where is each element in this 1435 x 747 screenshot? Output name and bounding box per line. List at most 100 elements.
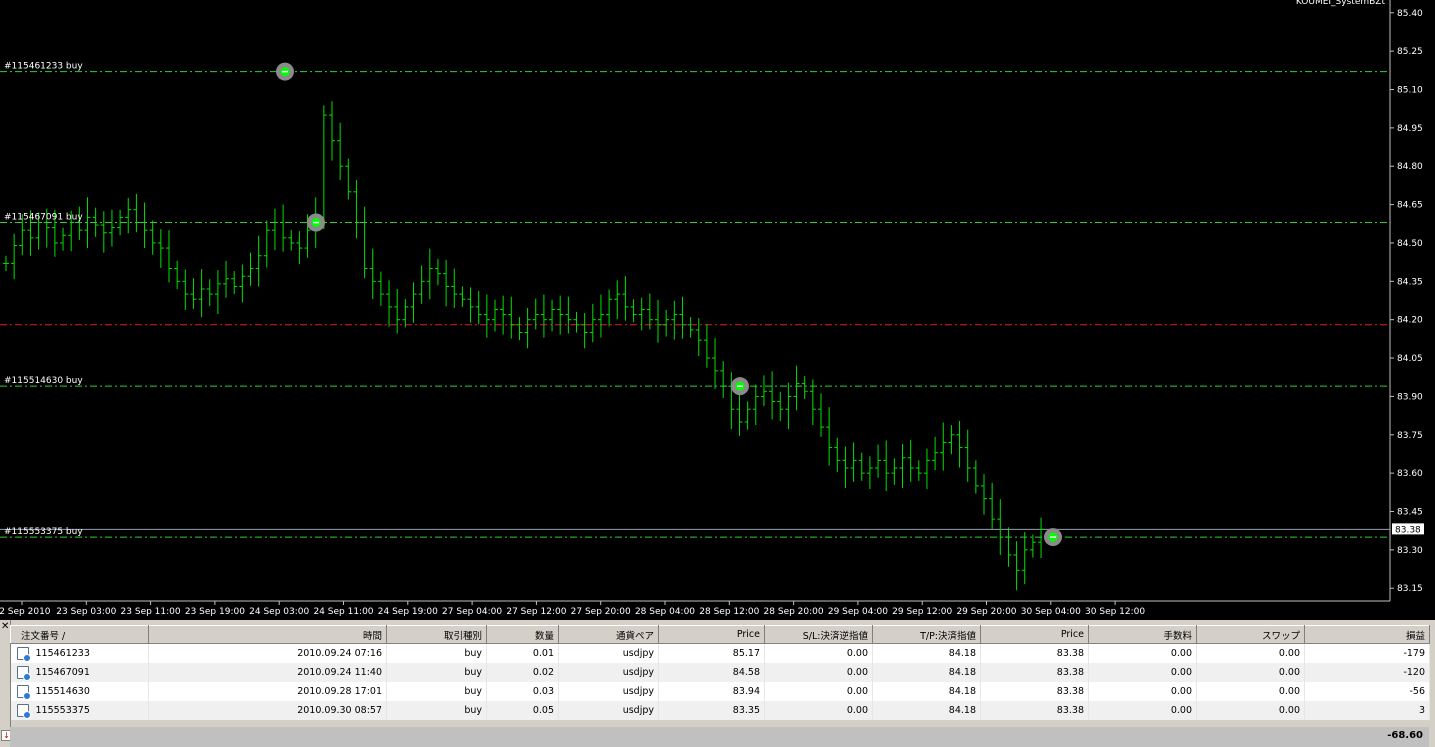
table-cell: 85.17	[658, 643, 765, 663]
price-chart[interactable]: 85.40 85.25 85.10 84.95 84.80 84.65 84.50 84.35…	[0, 0, 1435, 620]
column-header[interactable]: S/L:決済逆指値	[764, 625, 873, 644]
table-cell: 0.00	[1088, 701, 1197, 720]
table-cell: 0.01	[486, 643, 559, 663]
table-cell: -120	[1304, 663, 1430, 682]
time-tick-label: 27 Sep 20:00	[571, 607, 631, 617]
price-tick-label: 83.75	[1397, 431, 1423, 441]
table-row[interactable]: 115553375 2010.09.30 08:57 buy 0.05 usdjpy 83…	[10, 701, 1430, 720]
order-document-icon	[16, 647, 31, 662]
time-tick-label: 27 Sep 04:00	[442, 607, 502, 617]
time-tick-label: 29 Sep 04:00	[828, 607, 888, 617]
table-cell: 0.00	[764, 663, 873, 682]
column-header[interactable]: 注文番号 /	[10, 625, 149, 644]
table-cell: 83.35	[658, 701, 765, 720]
table-cell: 2010.09.30 08:57	[148, 701, 387, 720]
time-tick-label: 23 Sep 11:00	[121, 607, 181, 617]
time-tick-label: 24 Sep 19:00	[378, 607, 438, 617]
table-cell: 115514630	[10, 682, 149, 701]
time-tick-label: 28 Sep 12:00	[699, 607, 759, 617]
time-tick-label: 23 Sep 19:00	[185, 607, 245, 617]
time-tick-label: 27 Sep 12:00	[506, 607, 566, 617]
table-cell: -56	[1304, 682, 1430, 701]
table-cell: 84.18	[872, 663, 981, 682]
table-row[interactable]: 115514630 2010.09.28 17:01 buy 0.03 usdjpy 83…	[10, 682, 1430, 701]
table-cell: 0.03	[486, 682, 559, 701]
table-cell: 2010.09.24 07:16	[148, 643, 387, 663]
column-header[interactable]: T/P:決済指値	[872, 625, 981, 644]
table-row[interactable]: 115461233 2010.09.24 07:16 buy 0.01 usdjpy 85…	[10, 643, 1430, 663]
price-tick-label: 85.10	[1397, 86, 1423, 96]
price-tick-label: 84.95	[1397, 124, 1423, 134]
time-tick-label: 23 Sep 03:00	[56, 607, 116, 617]
table-cell: usdjpy	[558, 663, 659, 682]
column-header[interactable]: 通貨ペア	[558, 625, 659, 644]
table-cell: 0.00	[764, 682, 873, 701]
column-header[interactable]: 手数料	[1088, 625, 1197, 644]
terminal-panel: ✕ ↓ 注文番号 / 時間 取引種別 数量 通貨ペア Price S/L:決済逆指値 T/P:…	[0, 620, 1435, 747]
table-cell: 83.38	[980, 643, 1089, 663]
table-cell: 0.00	[764, 643, 873, 663]
table-cell: 0.02	[486, 663, 559, 682]
table-cell: 2010.09.24 11:40	[148, 663, 387, 682]
price-tick-label: 85.40	[1397, 9, 1423, 19]
time-tick-label: 30 Sep 12:00	[1085, 607, 1145, 617]
table-cell: buy	[386, 663, 487, 682]
table-cell: 83.94	[658, 682, 765, 701]
price-tick-label: 84.65	[1397, 201, 1423, 211]
time-tick-label: 30 Sep 04:00	[1021, 607, 1081, 617]
price-tick-label: 84.05	[1397, 354, 1423, 364]
column-header[interactable]: 損益	[1304, 625, 1430, 644]
table-cell: 84.18	[872, 643, 981, 663]
time-tick-label: 24 Sep 03:00	[249, 607, 309, 617]
price-tick-label: 85.25	[1397, 47, 1423, 57]
order-number: 115553375	[35, 705, 90, 716]
table-cell: 0.00	[1088, 643, 1197, 663]
trade-table-header: 注文番号 / 時間 取引種別 数量 通貨ペア Price S/L:決済逆指値 T/P:決済指値…	[10, 625, 1430, 644]
column-header[interactable]: 数量	[486, 625, 559, 644]
table-cell: 83.38	[980, 701, 1089, 720]
table-cell: usdjpy	[558, 643, 659, 663]
table-cell: 0.05	[486, 701, 559, 720]
table-row[interactable]: 115467091 2010.09.24 11:40 buy 0.02 usdjpy 84…	[10, 663, 1430, 682]
column-header[interactable]: 取引種別	[386, 625, 487, 644]
total-profit: -68.60	[1387, 730, 1423, 741]
time-tick-label: 29 Sep 12:00	[892, 607, 952, 617]
price-tick-label: 83.45	[1397, 507, 1423, 517]
total-row: -68.60	[10, 727, 1429, 747]
order-number: 115461233	[35, 648, 90, 659]
table-cell: 0.00	[1088, 682, 1197, 701]
table-cell: 84.18	[872, 682, 981, 701]
price-tick-label: 83.30	[1397, 546, 1423, 556]
table-cell: 0.00	[1196, 682, 1305, 701]
table-cell: -179	[1304, 643, 1430, 663]
column-header[interactable]: 時間	[148, 625, 387, 644]
table-cell: 83.38	[980, 663, 1089, 682]
time-tick-label: 28 Sep 04:00	[635, 607, 695, 617]
time-tick-label: 22 Sep 2010	[0, 607, 51, 617]
table-cell: 2010.09.28 17:01	[148, 682, 387, 701]
price-tick-label: 83.15	[1397, 584, 1423, 594]
trade-table: 注文番号 / 時間 取引種別 数量 通貨ペア Price S/L:決済逆指値 T/P:決済指値…	[10, 625, 1430, 720]
time-tick-label: 29 Sep 20:00	[956, 607, 1016, 617]
table-cell: 115461233	[10, 643, 149, 663]
price-tick-label: 83.60	[1397, 469, 1423, 479]
order-number: 115514630	[35, 686, 90, 697]
price-tick-label: 84.80	[1397, 162, 1423, 172]
table-cell: buy	[386, 682, 487, 701]
column-header[interactable]: Price	[658, 625, 765, 644]
current-price-label: 83.38	[1395, 525, 1421, 535]
table-cell: usdjpy	[558, 701, 659, 720]
table-cell: 0.00	[1088, 663, 1197, 682]
price-tick-label: 84.35	[1397, 277, 1423, 287]
time-tick-label: 28 Sep 20:00	[764, 607, 824, 617]
chart-canvas[interactable]: 85.40 85.25 85.10 84.95 84.80 84.65 84.50 84.35…	[0, 0, 1435, 620]
column-header[interactable]: Price	[980, 625, 1089, 644]
order-document-icon	[16, 685, 31, 700]
close-icon[interactable]: ✕	[1, 622, 9, 632]
table-cell: buy	[386, 701, 487, 720]
column-header[interactable]: スワップ	[1196, 625, 1305, 644]
table-cell: buy	[386, 643, 487, 663]
table-cell: usdjpy	[558, 682, 659, 701]
table-cell: 0.00	[1196, 663, 1305, 682]
table-cell: 0.00	[764, 701, 873, 720]
